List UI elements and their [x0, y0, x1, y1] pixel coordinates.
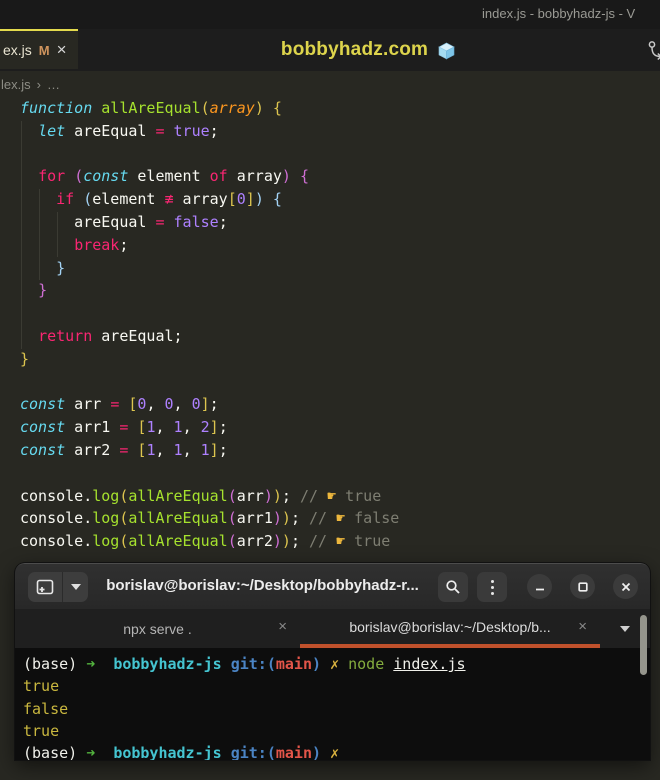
code-line: let areEqual = true; — [38, 121, 219, 140]
kebab-menu-icon — [490, 579, 494, 595]
search-button[interactable] — [438, 572, 468, 602]
terminal-tab-bar: npx serve . × borislav@borislav:~/Deskto… — [15, 609, 650, 648]
code-line: console.log(allAreEqual(arr2)); // ☛ tru… — [20, 532, 391, 551]
breadcrumb-ellipsis[interactable]: … — [47, 77, 60, 92]
terminal-scrollbar[interactable] — [640, 615, 647, 675]
terminal-line: false — [23, 699, 69, 718]
terminal-tab-label: borislav@borislav:~/Desktop/b... — [349, 618, 551, 635]
code-line: } — [56, 258, 66, 277]
close-button[interactable] — [613, 574, 638, 599]
terminal-window: borislav@borislav:~/Desktop/bobbyhadz-r.… — [15, 563, 650, 760]
terminal-tab-borislav[interactable]: borislav@borislav:~/Desktop/b... × — [300, 609, 600, 648]
code-line: for (const element of array) { — [38, 167, 309, 186]
banner-text: bobbyhadz.com — [280, 39, 429, 60]
modified-badge: M — [38, 42, 50, 58]
chevron-down-icon — [620, 625, 630, 632]
new-tab-button[interactable] — [28, 572, 62, 602]
code-line: break; — [74, 235, 129, 254]
terminal-line: true — [23, 677, 60, 696]
terminal-line: true — [23, 721, 60, 740]
code-line: const arr1 = [1, 1, 2]; — [20, 418, 228, 437]
terminal-line: (base) ➜ bobbyhadz-js git:(main) ✗ — [23, 744, 340, 760]
code-editor[interactable]: function allAreEqual(array) { let areEqu… — [0, 97, 660, 553]
breadcrumb-file[interactable]: lex.js — [1, 77, 31, 92]
tab-close-icon[interactable]: × — [578, 618, 587, 635]
code-line: const arr = [0, 0, 0]; — [20, 395, 219, 414]
tab-close-icon[interactable]: × — [278, 618, 287, 635]
code-line: } — [38, 281, 48, 300]
maximize-button[interactable] — [570, 574, 595, 599]
terminal-title: borislav@borislav:~/Desktop/bobbyhadz-r.… — [106, 577, 419, 594]
maximize-icon — [577, 581, 588, 592]
vscode-window-title: index.js - bobbyhadz-js - V — [482, 6, 636, 21]
code-line: console.log(allAreEqual(arr1)); // ☛ fal… — [20, 509, 400, 528]
new-tab-split-button — [28, 572, 88, 602]
new-tab-caret-button[interactable] — [63, 572, 88, 602]
breadcrumb: lex.js › … — [0, 71, 660, 97]
editor-tab-bar: bobbyhadz.com ex.js M × — [0, 29, 660, 71]
tab-label: ex.js — [3, 42, 32, 58]
tab-index-js[interactable]: ex.js M × — [0, 29, 78, 69]
code-line: } — [20, 349, 30, 368]
code-line: return areEqual; — [38, 326, 183, 345]
terminal-line: (base) ➜ bobbyhadz-js git:(main) ✗ node … — [23, 655, 466, 673]
terminal-tab-label: npx serve . — [123, 620, 192, 637]
code-line: if (element ≢ array[0]) { — [56, 190, 282, 209]
terminal-output[interactable]: (base) ➜ bobbyhadz-js git:(main) ✗ node … — [15, 648, 650, 760]
tab-close-icon[interactable]: × — [57, 41, 67, 58]
terminal-tab-npx-serve[interactable]: npx serve . × — [15, 609, 300, 648]
menu-button[interactable] — [477, 572, 507, 602]
minimize-button[interactable] — [527, 574, 552, 599]
minimize-icon — [535, 588, 544, 590]
chevron-down-icon — [70, 584, 81, 590]
code-line: areEqual = false; — [20, 212, 228, 231]
breadcrumb-separator: › — [36, 76, 41, 92]
site-banner: bobbyhadz.com — [78, 29, 660, 71]
code-line: console.log(allAreEqual(arr)); // ☛ true — [20, 486, 382, 505]
terminal-title-bar[interactable]: borislav@borislav:~/Desktop/bobbyhadz-r.… — [15, 563, 650, 609]
code-line: const arr2 = [1, 1, 1]; — [20, 440, 228, 459]
close-icon — [621, 582, 630, 591]
search-icon — [446, 580, 460, 594]
code-line: function allAreEqual(array) { — [20, 99, 282, 117]
ice-cube-icon — [438, 42, 455, 59]
vscode-title-bar: index.js - bobbyhadz-js - V — [0, 0, 660, 29]
new-tab-icon — [36, 579, 54, 595]
git-graph-icon[interactable] — [647, 40, 660, 64]
screen: index.js - bobbyhadz-js - V bobbyhadz.co… — [0, 0, 660, 780]
